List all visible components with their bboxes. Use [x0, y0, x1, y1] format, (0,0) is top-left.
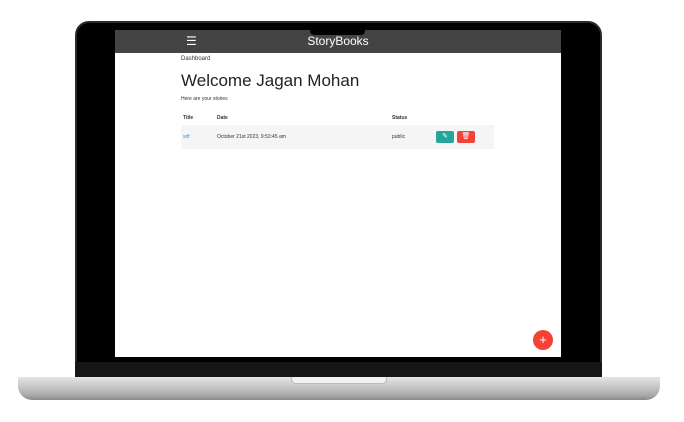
laptop-chin [75, 362, 602, 378]
laptop-groove [291, 377, 387, 384]
stories-table: Title Date Status sdf October 21st 2023,… [181, 111, 494, 149]
story-title-link[interactable]: sdf [181, 125, 215, 149]
header-title: Title [183, 115, 194, 121]
laptop-base [18, 377, 660, 400]
story-status: public [390, 125, 434, 149]
breadcrumb: Dashboard [181, 56, 211, 62]
edit-icon: ✎ [442, 133, 448, 140]
add-story-button[interactable]: + [533, 330, 553, 350]
story-date: October 21st 2023, 9:53:45 am [215, 125, 390, 149]
subtitle: Here are your stories [181, 96, 228, 102]
delete-button[interactable]: 🗑 [457, 131, 475, 143]
main-content: Dashboard Welcome Jagan Mohan Here are y… [181, 56, 494, 149]
header-actions [434, 111, 494, 125]
page-title: Welcome Jagan Mohan [181, 71, 360, 90]
table-row: sdf October 21st 2023, 9:53:45 am public… [181, 125, 494, 149]
edit-button[interactable]: ✎ [436, 131, 454, 143]
table-header: Title Date Status [181, 111, 494, 125]
brand-logo[interactable]: StoryBooks [115, 34, 561, 48]
navbar: ☰ StoryBooks [115, 30, 561, 53]
app-screen: ☰ StoryBooks Dashboard Welcome Jagan Moh… [115, 30, 561, 357]
header-date: Date [217, 115, 228, 121]
trash-icon: 🗑 [461, 133, 471, 140]
header-status: Status [392, 115, 408, 121]
